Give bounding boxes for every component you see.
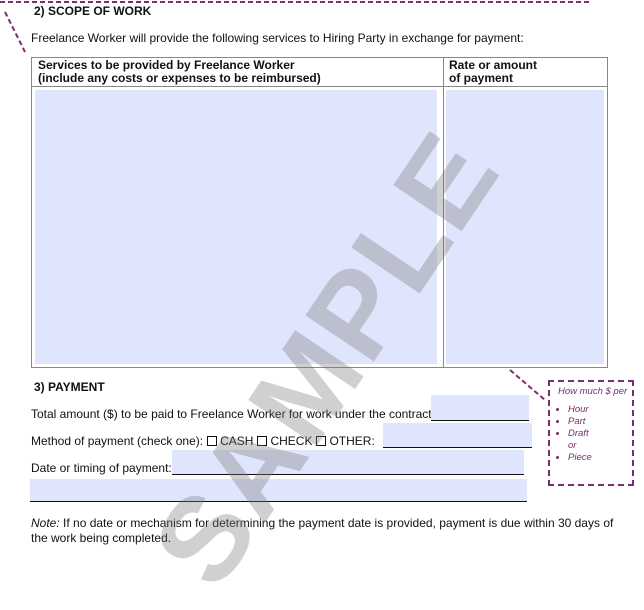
section-2-heading: 2) SCOPE OF WORK [34, 4, 152, 18]
callout-item: or [568, 440, 577, 451]
callout-item: Draft [568, 428, 632, 440]
section-3-heading: 3) PAYMENT [34, 380, 105, 394]
rate-header: Rate or amount of payment [449, 58, 538, 85]
callout-title: How much $ per [558, 386, 628, 397]
scope-intro: Freelance Worker will provide the follow… [31, 31, 524, 45]
services-header: Services to be provided by Freelance Wor… [38, 58, 321, 85]
rate-callout-box: How much $ per Hour Part Draft or Piece [548, 380, 634, 486]
callout-item: Hour [568, 404, 632, 416]
other-method-field[interactable] [383, 423, 532, 448]
total-amount-field[interactable] [431, 395, 529, 421]
method-label: Method of payment (check one): [31, 434, 204, 448]
date-label: Date or timing of payment: [31, 461, 172, 475]
callout-item: Part [568, 416, 632, 428]
callout-item: Piece [568, 452, 632, 464]
payment-note: Note: If no date or mechanism for determ… [31, 516, 614, 545]
